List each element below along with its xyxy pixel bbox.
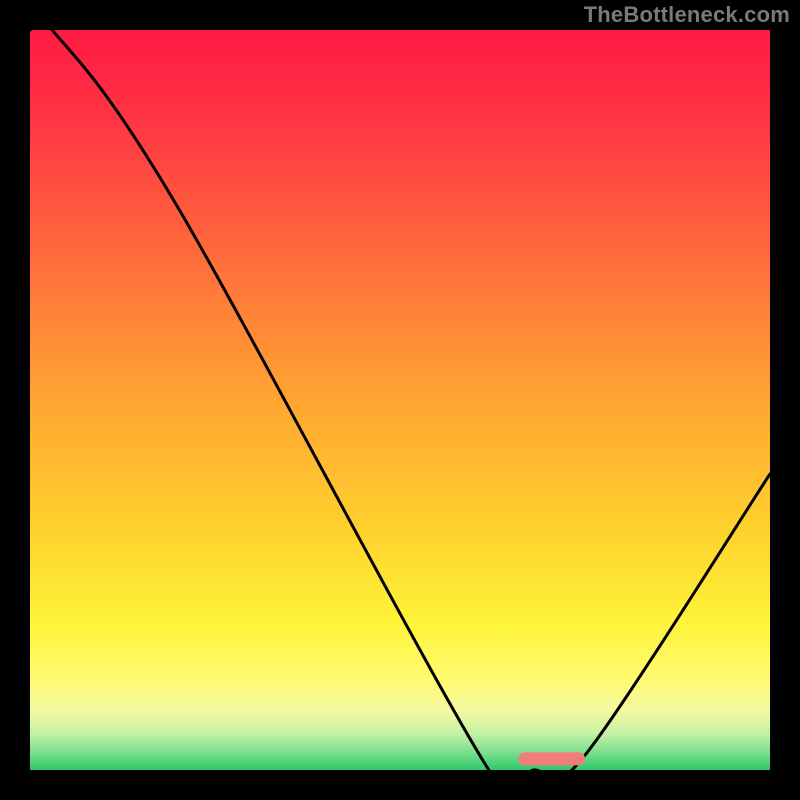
chart-frame: TheBottleneck.com [0, 0, 800, 800]
plot-area [30, 30, 770, 770]
watermark-label: TheBottleneck.com [584, 2, 790, 28]
optimal-marker [30, 30, 770, 770]
